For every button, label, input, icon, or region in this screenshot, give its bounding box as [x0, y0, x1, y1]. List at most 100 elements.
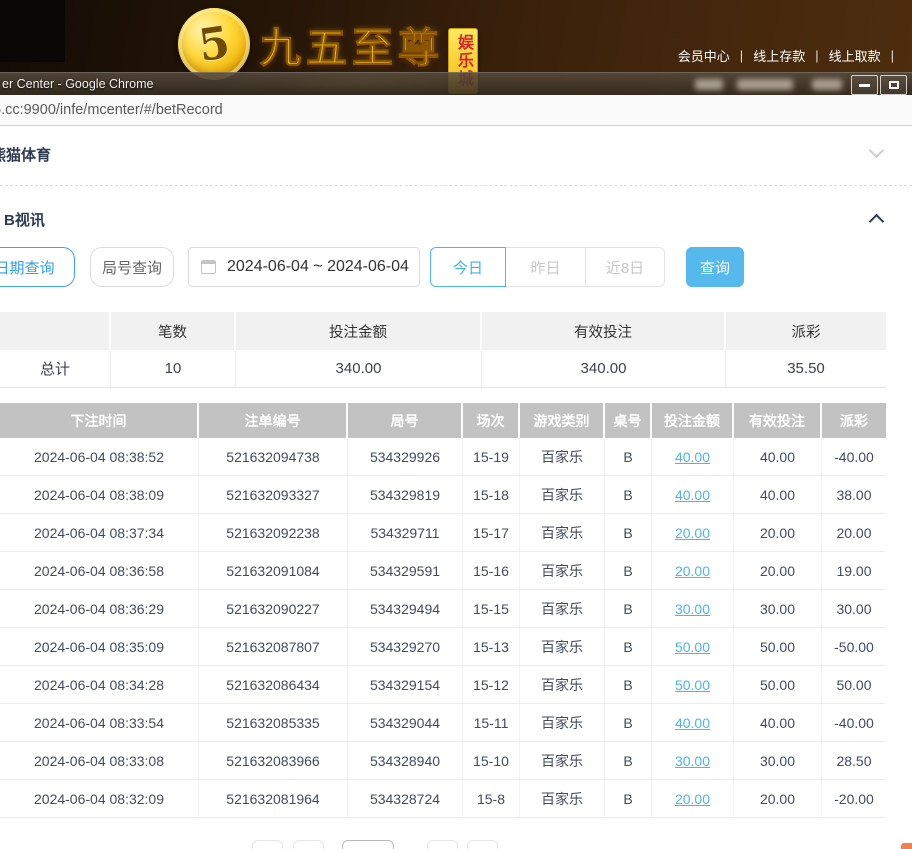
table-no: B	[605, 552, 652, 589]
minimize-button[interactable]	[851, 75, 878, 95]
round-query-button[interactable]: 局号查询	[90, 247, 174, 287]
bet-amount-link[interactable]: 50.00	[675, 639, 710, 655]
bet-amount-link[interactable]: 40.00	[675, 715, 710, 731]
summary-header-bet-amount: 投注金额	[236, 312, 482, 350]
bet-amount-link[interactable]: 30.00	[652, 742, 734, 779]
date-range-picker[interactable]: 2024-06-04 ~ 2024-06-04	[188, 247, 420, 287]
pagination-button-current[interactable]	[342, 840, 394, 849]
filter-row: 日期查询 局号查询 2024-06-04 ~ 2024-06-04 今日 昨日 …	[0, 247, 912, 287]
game-type: 百家乐	[520, 666, 605, 703]
summary-total-row: 总计 10 340.00 340.00 35.50	[0, 350, 886, 388]
bet-amount-link[interactable]: 20.00	[675, 563, 710, 579]
game-type: 百家乐	[520, 438, 605, 475]
payout: 50.00	[836, 676, 872, 693]
customer-service-float-button[interactable]	[901, 843, 912, 849]
blurred-account-text	[812, 79, 842, 90]
table-row: 2024-06-04 08:33:54 521632085335 534329044…	[0, 704, 886, 742]
table-no: B	[605, 780, 652, 817]
pagination-button[interactable]	[467, 840, 498, 849]
header-bet-amount: 投注金额	[652, 403, 734, 438]
blurred-account-text	[737, 79, 793, 90]
bet-amount-link[interactable]: 30.00	[675, 753, 710, 769]
game-type: 百家乐	[520, 476, 605, 513]
browser-window-title: er Center - Google Chrome	[2, 77, 154, 91]
table-row: 2024-06-04 08:35:09 521632087807 534329270…	[0, 628, 886, 666]
table-no: B	[605, 514, 652, 551]
logo-title: 九五至尊	[260, 25, 444, 72]
bet-amount-link[interactable]: 50.00	[652, 628, 734, 665]
table-row: 2024-06-04 08:34:28 521632086434 534329154…	[0, 666, 886, 704]
table-row: 2024-06-04 08:36:29 521632090227 534329494…	[0, 590, 886, 628]
round-id: 534329926	[348, 438, 463, 475]
bet-time: 2024-06-04 08:34:28	[0, 666, 199, 703]
summary-header-payout: 派彩	[726, 312, 886, 350]
maximize-button[interactable]	[880, 75, 907, 95]
session: 15-15	[463, 590, 520, 627]
pagination-button[interactable]	[293, 840, 324, 849]
bet-amount-link[interactable]: 50.00	[675, 677, 710, 693]
header-valid-bet: 有效投注	[734, 403, 822, 438]
bet-id: 521632094738	[199, 438, 348, 475]
bet-amount-link[interactable]: 20.00	[675, 791, 710, 807]
bet-amount-link[interactable]: 40.00	[652, 438, 734, 475]
bet-amount-link[interactable]: 20.00	[652, 780, 734, 817]
section-title-bb-video[interactable]: B视讯	[4, 209, 45, 230]
table-no: B	[605, 438, 652, 475]
search-button[interactable]: 查询	[686, 247, 744, 287]
maximize-icon	[888, 81, 899, 89]
round-id: 534329044	[348, 704, 463, 741]
payout: -40.00	[834, 714, 874, 731]
yesterday-button[interactable]: 昨日	[506, 247, 586, 287]
header-table-no: 桌号	[605, 403, 652, 438]
summary-total-label: 总计	[0, 350, 111, 387]
game-type: 百家乐	[520, 742, 605, 779]
bet-amount-link[interactable]: 40.00	[675, 449, 710, 465]
bet-amount-link[interactable]: 30.00	[652, 590, 734, 627]
payout: 28.50	[836, 752, 872, 769]
bet-amount-link[interactable]: 40.00	[652, 476, 734, 513]
section-divider	[0, 185, 912, 186]
browser-url-bar[interactable]: 5.cc:9900/infe/mcenter/#/betRecord	[0, 95, 912, 126]
section-title-panda-sports[interactable]: 熊猫体育	[0, 144, 51, 165]
chevron-up-icon[interactable]	[868, 213, 885, 230]
bet-amount-link[interactable]: 20.00	[652, 514, 734, 551]
round-id: 534329270	[348, 628, 463, 665]
bet-amount-link[interactable]: 20.00	[675, 525, 710, 541]
table-no: B	[605, 704, 652, 741]
last8days-button[interactable]: 近8日	[586, 247, 665, 287]
bet-time: 2024-06-04 08:36:29	[0, 590, 199, 627]
nav-separator: |	[739, 48, 744, 63]
session: 15-19	[463, 438, 520, 475]
game-type: 百家乐	[520, 628, 605, 665]
bet-id: 521632081964	[199, 780, 348, 817]
today-button[interactable]: 今日	[430, 247, 506, 287]
bet-id: 521632087807	[199, 628, 348, 665]
calendar-icon	[201, 260, 216, 274]
table-row: 2024-06-04 08:33:08 521632083966 534328940…	[0, 742, 886, 780]
bet-amount-link[interactable]: 20.00	[652, 552, 734, 589]
chevron-down-icon[interactable]	[868, 142, 885, 159]
bet-time: 2024-06-04 08:33:08	[0, 742, 199, 779]
pagination-button[interactable]	[252, 840, 283, 849]
session: 15-16	[463, 552, 520, 589]
summary-header-valid-bet: 有效投注	[482, 312, 726, 350]
summary-header-row: 笔数 投注金额 有效投注 派彩	[0, 312, 886, 350]
nav-online-withdraw[interactable]: 线上取款	[829, 46, 881, 65]
bet-amount-link[interactable]: 30.00	[675, 601, 710, 617]
nav-online-deposit[interactable]: 线上存款	[753, 46, 805, 65]
session: 15-10	[463, 742, 520, 779]
pagination-button[interactable]	[427, 840, 458, 849]
round-id: 534328724	[348, 780, 463, 817]
game-type: 百家乐	[520, 552, 605, 589]
valid-bet: 40.00	[734, 704, 822, 741]
bet-amount-link[interactable]: 40.00	[652, 704, 734, 741]
bet-amount-link[interactable]: 40.00	[675, 487, 710, 503]
bet-table-body: 2024-06-04 08:38:52 521632094738 534329926…	[0, 438, 886, 818]
bet-id: 521632085335	[199, 704, 348, 741]
summary-total-valid-bet: 340.00	[482, 350, 726, 387]
nav-member-center[interactable]: 会员中心	[678, 46, 730, 65]
date-query-button[interactable]: 日期查询	[0, 247, 75, 287]
browser-titlebar[interactable]: er Center - Google Chrome	[0, 72, 912, 95]
summary-total-payout: 35.50	[787, 360, 825, 377]
bet-amount-link[interactable]: 50.00	[652, 666, 734, 703]
